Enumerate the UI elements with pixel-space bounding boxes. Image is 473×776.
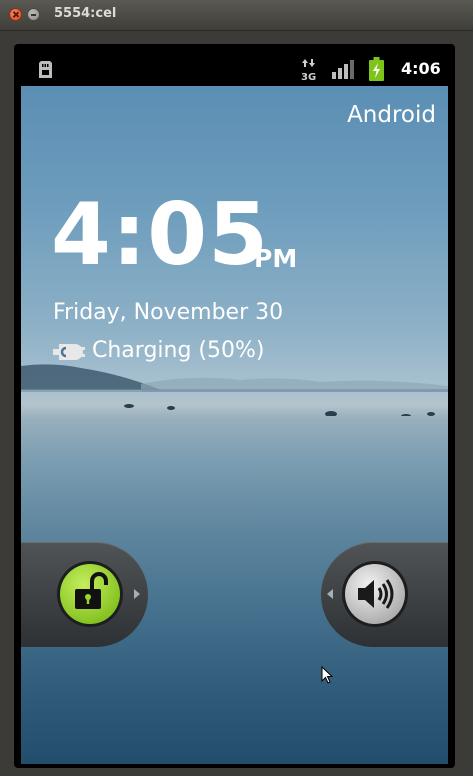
signal-icon [332, 60, 354, 79]
sd-card-icon [39, 61, 52, 78]
status-bar: 3G 4:06 [21, 52, 448, 86]
window-title-bar: 5554:cel [0, 0, 473, 31]
device-screen: 3G 4:06 Android 4:05 PM Friday, November… [21, 52, 448, 764]
charging-status-text: Charging (50%) [92, 338, 265, 363]
3g-data-icon: 3G [301, 59, 316, 81]
minimize-icon [28, 9, 39, 20]
speaker-icon [342, 561, 408, 627]
battery-charging-icon [369, 57, 384, 81]
close-icon [10, 9, 21, 20]
lake-hills-wallpaper-art [21, 364, 448, 416]
slide-left-arrow [327, 589, 333, 599]
charging-plug-icon [53, 344, 85, 360]
mouse-cursor-icon [321, 666, 333, 684]
close-window-button[interactable] [9, 8, 22, 21]
carrier-label: Android [347, 102, 436, 128]
status-bar-clock: 4:06 [401, 59, 441, 78]
unlock-slide-tab[interactable] [21, 542, 148, 647]
window-title: 5554:cel [54, 6, 117, 21]
svg-text:3G: 3G [301, 72, 316, 81]
clock-ampm: PM [254, 244, 298, 273]
lockscreen-wallpaper: Android 4:05 PM Friday, November 30 Char… [21, 86, 448, 764]
minimize-window-button[interactable] [27, 8, 40, 21]
slide-right-arrow [134, 589, 140, 599]
lockscreen-clock: 4:05 [51, 185, 269, 285]
unlock-icon [57, 561, 123, 627]
sound-slide-tab[interactable] [321, 542, 448, 647]
lockscreen-date: Friday, November 30 [53, 300, 284, 325]
